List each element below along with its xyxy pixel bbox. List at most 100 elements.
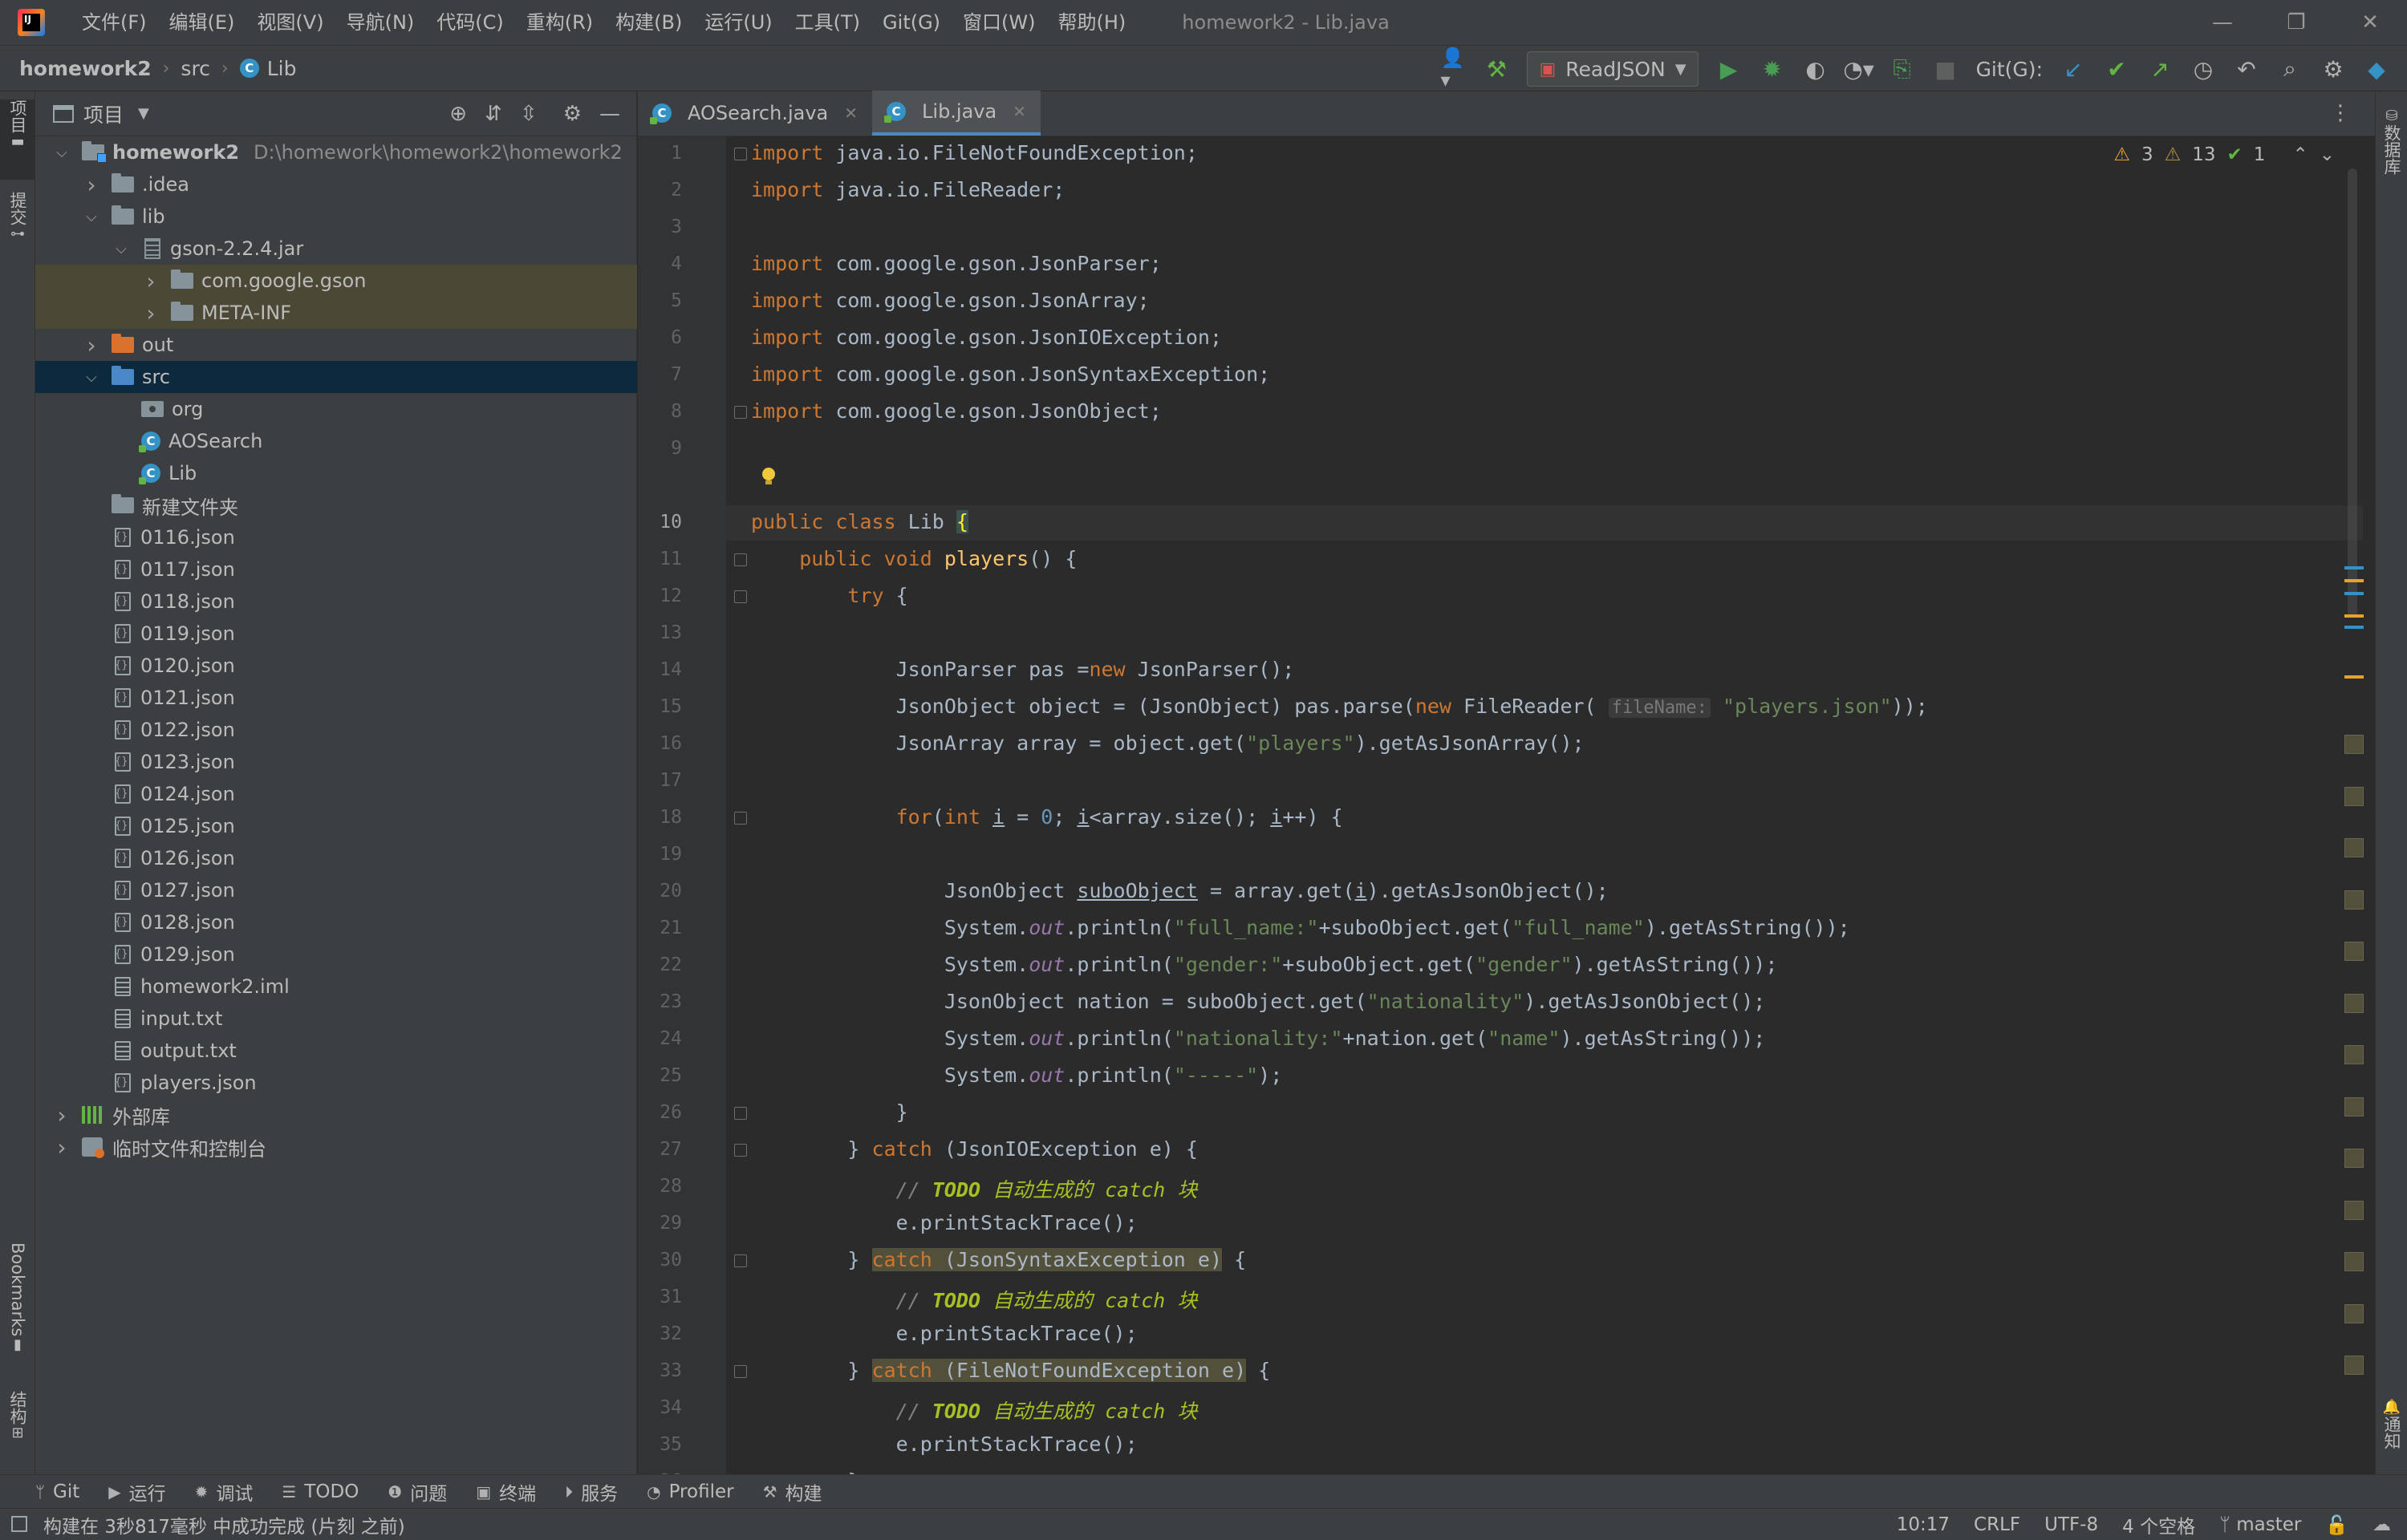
breadcrumb-file[interactable]: Lib: [267, 57, 297, 80]
chevron-down-icon[interactable]: ⌵: [83, 369, 100, 386]
stripe-mark[interactable]: [2344, 890, 2364, 910]
fold-marker-icon[interactable]: [734, 812, 747, 825]
toggle-tool-windows-icon[interactable]: [11, 1516, 27, 1532]
user-account-icon[interactable]: 👤▾: [1440, 47, 1466, 91]
rollback-icon[interactable]: ↶: [2234, 56, 2259, 83]
fold-marker-icon[interactable]: [734, 1365, 747, 1378]
line-separator[interactable]: CRLF: [1974, 1514, 2020, 1535]
stripe-mark[interactable]: [2344, 1045, 2364, 1064]
tree-node[interactable]: C AOSearch: [35, 425, 637, 457]
stripe-mark[interactable]: [2344, 1356, 2364, 1375]
lock-icon[interactable]: 🔓: [2325, 1514, 2348, 1536]
stripe-mark[interactable]: [2344, 1149, 2364, 1168]
menu-item[interactable]: 帮助(H): [1049, 0, 1136, 45]
menu-item[interactable]: 编辑(E): [160, 0, 245, 45]
stripe-mark[interactable]: [2344, 1252, 2364, 1271]
tree-node[interactable]: input.txt: [35, 1003, 637, 1035]
settings-gear-icon[interactable]: ⚙: [2320, 56, 2346, 83]
restore-button[interactable]: ❐: [2259, 0, 2333, 45]
editor-tab[interactable]: C AOSearch.java ✕: [638, 91, 872, 136]
fold-marker-icon[interactable]: [734, 406, 747, 419]
tree-node[interactable]: org: [35, 393, 637, 425]
stripe-mark[interactable]: [2344, 579, 2364, 582]
tree-node[interactable]: ⌵ gson-2.2.4.jar: [35, 233, 637, 265]
intention-bulb-icon[interactable]: [760, 467, 777, 488]
chevron-right-icon[interactable]: ›: [53, 1102, 71, 1129]
menu-item[interactable]: 构建(B): [606, 0, 692, 45]
bottom-tool-todo[interactable]: ☰ TODO: [282, 1481, 359, 1502]
stripe-mark[interactable]: [2344, 1096, 2364, 1116]
intellij-logo-icon[interactable]: IJ: [18, 9, 45, 36]
chevron-right-icon[interactable]: ›: [83, 332, 100, 359]
chevron-down-icon[interactable]: ⌵: [112, 241, 130, 257]
git-branch-widget[interactable]: ᛘ master: [2219, 1514, 2301, 1535]
tree-node[interactable]: ⌵ lib: [35, 201, 637, 233]
editor-tab[interactable]: C Lib.java ✕: [872, 91, 1041, 136]
bottom-tool-build[interactable]: ⚒ 构建: [763, 1478, 822, 1506]
fold-marker-icon[interactable]: [734, 1144, 747, 1157]
tree-node[interactable]: 0125.json: [35, 810, 637, 842]
bottom-tool-run[interactable]: ▶ 运行: [108, 1478, 165, 1506]
stripe-mark[interactable]: [2344, 838, 2364, 857]
tree-node[interactable]: 0126.json: [35, 842, 637, 874]
chevron-right-icon[interactable]: ›: [83, 172, 100, 198]
tree-node[interactable]: 0120.json: [35, 650, 637, 682]
fold-marker-icon[interactable]: [734, 1254, 747, 1267]
stripe-mark[interactable]: [2344, 993, 2364, 1013]
inspection-widget[interactable]: ⚠ 3 ⚠ 13 ✔ 1 ⌃ ⌄: [2113, 144, 2335, 165]
commit-tool-tab[interactable]: 提交 ⊶: [0, 192, 35, 272]
close-tab-icon[interactable]: ✕: [844, 103, 858, 123]
structure-tool-tab[interactable]: 结构 ⊞: [0, 1391, 35, 1463]
stripe-mark[interactable]: [2344, 1200, 2364, 1220]
minimize-button[interactable]: —: [2186, 0, 2259, 45]
tree-node[interactable]: 0123.json: [35, 746, 637, 778]
fold-marker-icon[interactable]: [734, 553, 747, 566]
tree-node[interactable]: 0128.json: [35, 906, 637, 938]
tree-node[interactable]: players.json: [35, 1067, 637, 1099]
history-icon[interactable]: ◷: [2190, 56, 2216, 83]
run-configuration-select[interactable]: ▣ ReadJSON ▼: [1527, 51, 1699, 87]
close-button[interactable]: ✕: [2333, 0, 2407, 45]
collapse-all-icon[interactable]: ⇳: [520, 102, 538, 126]
stripe-mark[interactable]: [2344, 566, 2364, 569]
menu-item[interactable]: 重构(R): [517, 0, 603, 45]
fold-marker-icon[interactable]: [734, 148, 747, 160]
stripe-mark[interactable]: [2344, 735, 2364, 754]
tree-node[interactable]: 0127.json: [35, 874, 637, 906]
git-commit-icon[interactable]: ✔: [2104, 56, 2129, 83]
bookmarks-tool-tab[interactable]: Bookmarks ▮: [0, 1242, 35, 1379]
code-editor[interactable]: 1 2 3 4 5 6 7 8 9 10 11 12 13 14 15 16 17 18 19 20 21 22 23 24 2…: [638, 136, 2375, 1474]
tree-node[interactable]: › 临时文件和控制台: [35, 1131, 637, 1163]
bottom-tool-git-branch[interactable]: ᛘ Git: [35, 1481, 79, 1502]
bottom-tool-problems[interactable]: ❶ 问题: [388, 1478, 447, 1506]
database-tool-tab[interactable]: ⛁ 数据库: [2376, 107, 2407, 196]
project-tool-tab[interactable]: 项目 ▬: [0, 99, 35, 180]
project-panel-title[interactable]: 项目: [83, 99, 124, 128]
stripe-mark[interactable]: [2344, 626, 2364, 629]
tree-node[interactable]: 新建文件夹: [35, 489, 637, 521]
close-tab-icon[interactable]: ✕: [1013, 102, 1026, 121]
menu-item[interactable]: 代码(C): [427, 0, 513, 45]
stripe-mark[interactable]: [2344, 1303, 2364, 1323]
search-icon[interactable]: ⌕: [2277, 55, 2303, 82]
expand-all-icon[interactable]: ⇵: [485, 102, 502, 126]
attach-debugger-icon[interactable]: ⎘: [1889, 55, 1915, 82]
tree-node[interactable]: 0124.json: [35, 778, 637, 810]
bottom-tool-services[interactable]: ⏵ 服务: [565, 1478, 618, 1506]
tree-node[interactable]: › out: [35, 329, 637, 361]
bottom-tool-profiler[interactable]: ◔ Profiler: [647, 1481, 733, 1502]
breadcrumb-project[interactable]: homework2: [19, 57, 152, 80]
stripe-mark[interactable]: [2344, 942, 2364, 961]
error-stripe[interactable]: [2344, 168, 2364, 1468]
chevron-down-icon[interactable]: ⌵: [53, 144, 71, 161]
ide-update-icon[interactable]: ◆: [2364, 56, 2389, 83]
menu-item[interactable]: 视图(V): [247, 0, 333, 45]
tree-node[interactable]: 0119.json: [35, 618, 637, 650]
tree-node[interactable]: › META-INF: [35, 297, 637, 329]
tree-node[interactable]: output.txt: [35, 1035, 637, 1067]
coverage-icon[interactable]: ◐: [1803, 56, 1829, 83]
next-highlight-icon[interactable]: ⌄: [2320, 144, 2335, 165]
menu-item[interactable]: 文件(F): [72, 0, 156, 45]
fold-marker-icon[interactable]: [734, 590, 747, 603]
debug-icon[interactable]: ✹: [1760, 56, 1785, 83]
